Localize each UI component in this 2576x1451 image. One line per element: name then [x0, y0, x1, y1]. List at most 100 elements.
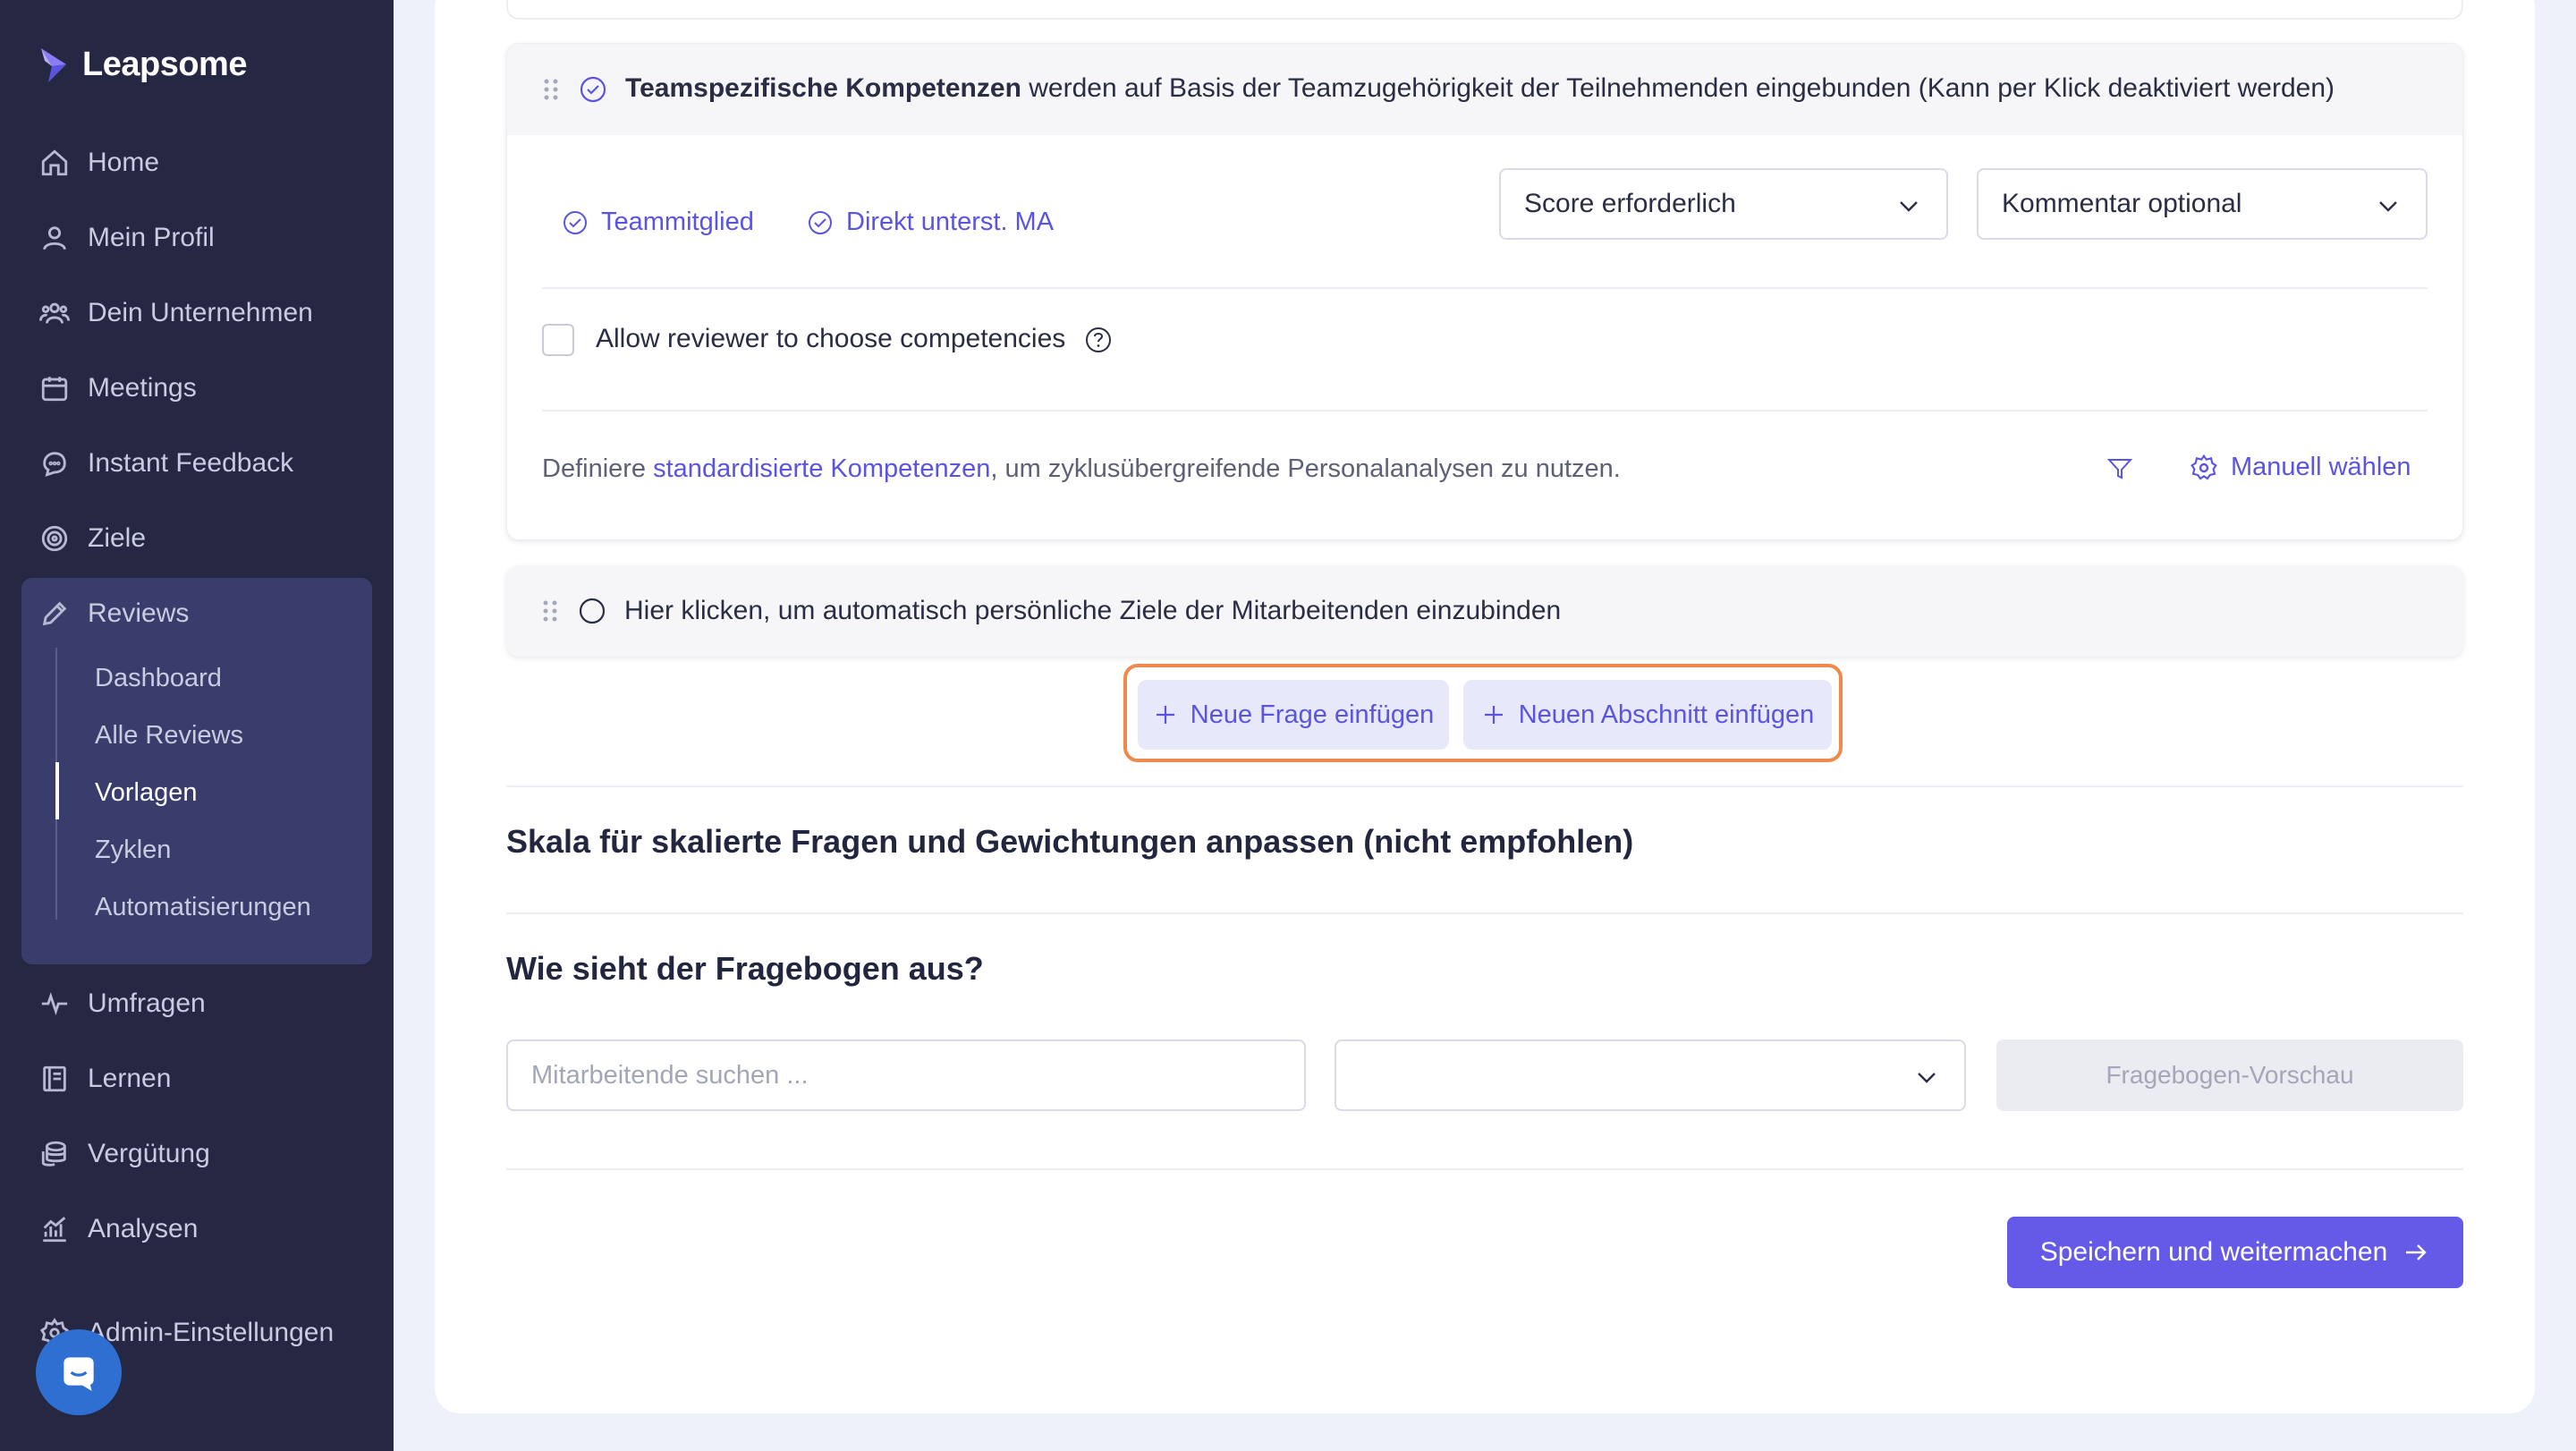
title-rest: werden auf Basis der Teamzugehörigkeit d… [1021, 73, 2335, 103]
nav-label: Mein Profil [88, 223, 215, 252]
chevron-down-icon [1900, 201, 1918, 212]
user-icon [43, 226, 66, 250]
new-section-label: Neuen Abschnitt einfügen [1518, 700, 1815, 729]
nav-lernen[interactable]: Lernen [39, 1052, 370, 1106]
pencil-icon [42, 601, 67, 626]
brand-logo[interactable]: Leapsome [39, 45, 247, 84]
chat-icon [43, 452, 66, 477]
new-question-label: Neue Frage einfügen [1190, 700, 1435, 729]
sub-vorlagen[interactable]: Vorlagen [95, 766, 198, 819]
drag-handle-icon[interactable] [543, 78, 559, 101]
standardized-competencies-link[interactable]: standardisierte Kompetenzen [653, 454, 990, 483]
leapsome-logo-icon [41, 48, 66, 82]
nav-meetings[interactable]: Meetings [39, 361, 370, 415]
drag-handle-icon[interactable] [542, 599, 558, 623]
nav-label: Reviews [88, 598, 190, 628]
nav-label: Dein Unternehmen [88, 298, 313, 327]
team-competencies-header[interactable]: Teamspezifische Kompetenzen werden auf B… [507, 44, 2462, 135]
help-circle-icon[interactable] [1084, 326, 1113, 354]
manual-select-button[interactable]: Manuell wählen [2190, 453, 2411, 482]
chart-icon [43, 1217, 66, 1243]
nav-label: Instant Feedback [88, 448, 294, 478]
gear-icon [2190, 454, 2217, 479]
users-icon [39, 302, 70, 324]
allow-reviewer-label: Allow reviewer to choose competencies [596, 324, 1066, 353]
scale-settings-heading[interactable]: Skala für skalierte Fragen und Gewichtun… [506, 823, 1633, 861]
score-select[interactable]: Score erforderlich [1499, 168, 1948, 240]
support-chat-button[interactable] [36, 1329, 122, 1415]
book-icon [43, 1065, 66, 1092]
divider [506, 785, 2463, 787]
filter-icon[interactable] [2106, 454, 2134, 483]
nav-analysen[interactable]: Analysen [39, 1202, 370, 1256]
save-and-continue-button[interactable]: Speichern und weitermachen [2007, 1217, 2463, 1288]
previous-section-edge [506, 0, 2463, 20]
divider [506, 912, 2463, 914]
employee-search-input[interactable] [506, 1039, 1306, 1111]
chip-label: Teammitglied [601, 208, 754, 236]
nav-home[interactable]: Home [39, 136, 370, 190]
comment-select-value: Kommentar optional [2002, 189, 2242, 218]
nav-label: Lernen [88, 1064, 172, 1093]
manual-select-label: Manuell wählen [2231, 453, 2411, 481]
check-circle-icon [809, 210, 832, 234]
messenger-icon [64, 1357, 94, 1391]
nav-label: Admin-Einstellungen [88, 1318, 335, 1347]
define-competencies-text: Definiere standardisierte Kompetenzen, u… [542, 454, 1621, 484]
define-prefix: Definiere [542, 454, 654, 483]
arrow-right-icon [2406, 1244, 2427, 1260]
sub-zyklen[interactable]: Zyklen [95, 823, 171, 877]
coins-icon [41, 1141, 66, 1167]
target-icon [41, 525, 68, 552]
pulse-icon [41, 992, 68, 1015]
plus-icon [1156, 706, 1174, 724]
nav-label: Vergütung [88, 1139, 210, 1168]
comment-select[interactable]: Kommentar optional [1977, 168, 2428, 240]
preview-heading: Wie sieht der Fragebogen aus? [506, 950, 984, 987]
personal-goals-section[interactable]: Hier klicken, um automatisch persönliche… [506, 565, 2463, 657]
nav-label: Ziele [88, 523, 147, 553]
nav-mein-profil[interactable]: Mein Profil [39, 211, 370, 265]
score-select-value: Score erforderlich [1524, 189, 1736, 218]
questionnaire-preview-button[interactable]: Fragebogen-Vorschau [1996, 1039, 2463, 1111]
define-suffix: , um zyklusübergreifende Personalanalyse… [990, 454, 1621, 483]
new-question-button[interactable]: Neue Frage einfügen [1138, 680, 1449, 750]
nav-umfragen[interactable]: Umfragen [39, 977, 370, 1031]
nav-instant-feedback[interactable]: Instant Feedback [39, 437, 370, 490]
nav-label: Analysen [88, 1214, 199, 1243]
allow-reviewer-checkbox[interactable] [542, 324, 574, 356]
brand-name: Leapsome [82, 45, 247, 83]
sub-dashboard[interactable]: Dashboard [95, 651, 222, 705]
sidebar: Leapsome Home Mein Profil Dein Unternehm… [0, 0, 394, 1451]
personal-goals-text: Hier klicken, um automatisch persönliche… [624, 596, 1562, 625]
nav-label: Home [88, 148, 160, 177]
check-circle-icon[interactable] [579, 75, 607, 104]
chevron-down-icon [2379, 201, 2397, 212]
chevron-down-icon [1918, 1073, 1936, 1083]
submenu-active-indicator [55, 762, 59, 819]
sub-alle-reviews[interactable]: Alle Reviews [95, 709, 243, 762]
plus-icon [1484, 706, 1503, 724]
new-section-button[interactable]: Neuen Abschnitt einfügen [1463, 680, 1832, 750]
chip-direkt-unterst[interactable]: Direkt unterst. MA [807, 208, 1054, 237]
team-competencies-title: Teamspezifische Kompetenzen werden auf B… [625, 73, 2334, 104]
chip-teammitglied[interactable]: Teammitglied [562, 208, 754, 237]
sub-automatisierungen[interactable]: Automatisierungen [95, 880, 311, 934]
nav-verguetung[interactable]: Vergütung [39, 1127, 370, 1181]
empty-circle-icon[interactable] [578, 597, 606, 625]
nav-label: Umfragen [88, 989, 206, 1018]
divider [506, 1168, 2463, 1170]
save-label: Speichern und weitermachen [2039, 1237, 2388, 1267]
nav-reviews[interactable]: Reviews [39, 587, 370, 641]
divider [542, 287, 2428, 289]
check-circle-icon [564, 210, 587, 234]
divider [542, 410, 2428, 412]
title-bold: Teamspezifische Kompetenzen [625, 73, 1021, 103]
questionnaire-select[interactable] [1335, 1039, 1966, 1111]
nav-dein-unternehmen[interactable]: Dein Unternehmen [39, 286, 370, 340]
home-icon [41, 149, 68, 176]
chip-label: Direkt unterst. MA [846, 208, 1055, 236]
calendar-icon [41, 377, 68, 402]
nav-ziele[interactable]: Ziele [39, 512, 370, 565]
nav-label: Meetings [88, 373, 197, 403]
